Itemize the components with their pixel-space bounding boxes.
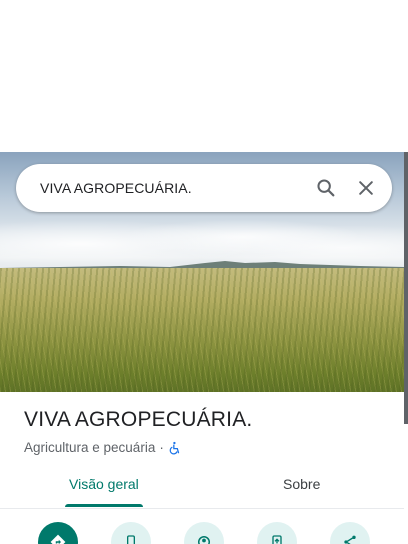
share-icon (342, 534, 358, 544)
send-to-phone-button[interactable] (257, 522, 297, 544)
call-button[interactable] (111, 522, 151, 544)
scrollbar[interactable] (404, 152, 408, 424)
active-tab-indicator (65, 504, 143, 507)
search-icon[interactable] (306, 168, 346, 208)
place-subtitle: Agricultura e pecuária · (24, 440, 252, 455)
tab-overview[interactable]: Visão geral (69, 476, 139, 492)
nearby-button[interactable] (184, 522, 224, 544)
send-to-phone-icon (269, 534, 285, 544)
place-header: VIVA AGROPECUÁRIA. Agricultura e pecuári… (24, 408, 252, 455)
separator-dot: · (159, 440, 164, 455)
corn-field (0, 268, 404, 392)
wheelchair-accessible-icon (168, 441, 182, 455)
place-panel: VIVA AGROPECUÁRIA. VIVA AGROPECUÁRIA. Ag… (0, 152, 408, 544)
place-title: VIVA AGROPECUÁRIA. (24, 408, 253, 431)
search-input[interactable]: VIVA AGROPECUÁRIA. (40, 180, 306, 196)
search-box[interactable]: VIVA AGROPECUÁRIA. (16, 164, 392, 212)
phone-icon (123, 534, 139, 544)
directions-button[interactable] (38, 522, 78, 544)
place-category: Agricultura e pecuária (24, 440, 156, 455)
nearby-icon (195, 533, 213, 544)
tab-about[interactable]: Sobre (283, 476, 320, 492)
share-button[interactable] (330, 522, 370, 544)
tab-bar: Visão geral Sobre (0, 470, 404, 509)
close-icon[interactable] (346, 168, 386, 208)
place-photo[interactable]: VIVA AGROPECUÁRIA. (0, 152, 404, 392)
action-row (0, 522, 404, 544)
directions-icon (49, 533, 67, 544)
